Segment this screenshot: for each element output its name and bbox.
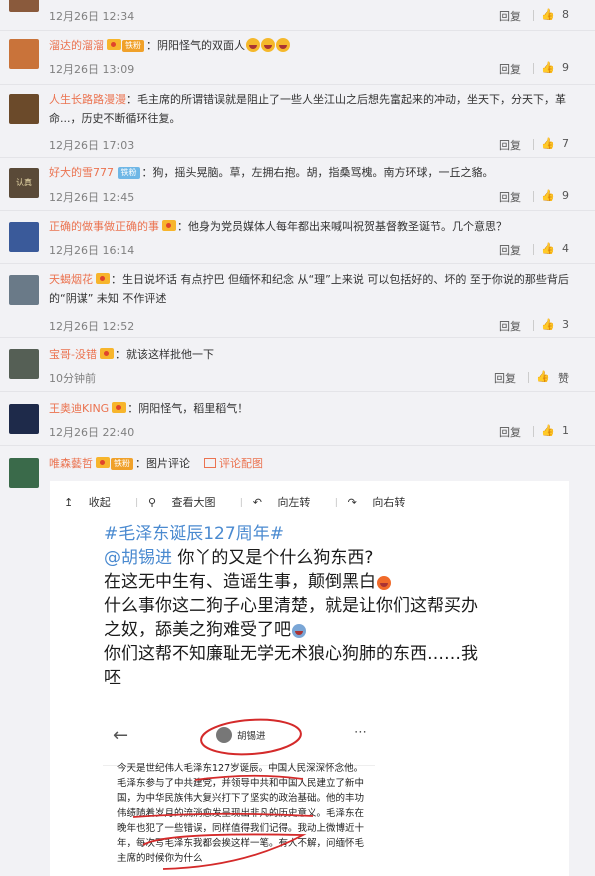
- comment-time: 12月26日 13:09: [49, 63, 135, 76]
- like-count[interactable]: 9: [562, 61, 569, 74]
- comment-username[interactable]: 好大的雪777: [49, 166, 114, 179]
- thumb-up-icon[interactable]: 👍: [541, 62, 555, 74]
- comment-time: 12月26日 16:14: [49, 244, 135, 257]
- thumb-up-icon[interactable]: 👍: [541, 243, 555, 255]
- shocked-emoji-icon: [292, 624, 306, 638]
- embedded-screenshot: ← 胡锡进 ⋯ 今天是世纪伟人毛泽东127岁诞辰。中国人民深深怀念他。毛泽东参与…: [103, 717, 375, 876]
- thumb-up-icon[interactable]: 👍: [541, 9, 555, 21]
- hashtag: #毛泽东诞辰127周年#: [104, 524, 284, 544]
- comment-item: 天蝎烟花 ：生日说坏话 有点拧巴 但缅怀和纪念 从“理”上来说 可以包括好的、坏的…: [0, 264, 595, 338]
- image-post-text: #毛泽东诞辰127周年# @胡锡进 你丫的又是个什么狗东西? 在这无中生有、造谣…: [104, 522, 514, 690]
- comment-text: ：阴阳怪气，稻里稻气！: [127, 402, 249, 415]
- thumb-up-icon[interactable]: 👍: [536, 371, 550, 383]
- comment-item: 12月26日 12:34 回复 👍 8: [0, 0, 595, 31]
- comment-time: 12月26日 22:40: [49, 426, 135, 439]
- reply-button[interactable]: 回复: [499, 424, 521, 440]
- comment-username[interactable]: 唯森藝哲: [49, 457, 93, 470]
- comment-item: 认真 好大的雪777 铁粉 ：狗，摇头晃脑。草，左拥右抱。胡，指桑骂槐。南方环球，…: [0, 158, 595, 211]
- comment-image-link[interactable]: 评论配图: [219, 457, 263, 470]
- vip-icon: [112, 402, 127, 413]
- thumb-up-icon[interactable]: 👍: [541, 190, 555, 202]
- avatar[interactable]: [9, 275, 39, 305]
- avatar[interactable]: [9, 222, 39, 252]
- thumb-up-icon[interactable]: 👍: [541, 138, 555, 150]
- comment-time: 12月26日 17:03: [49, 139, 135, 152]
- comment-item: 正确的做事做正确的事 ：他身为党员媒体人每年都出来喊叫祝贺基督教圣诞节。几个意思？…: [0, 211, 595, 264]
- comment-text: ：生日说坏话 有点拧巴 但缅怀和纪念 从“理”上来说 可以包括好的、坏的 至于你…: [49, 273, 569, 305]
- reply-button[interactable]: 回复: [499, 318, 521, 334]
- comment-time: 10分钟前: [49, 372, 96, 385]
- reply-button[interactable]: 回复: [499, 137, 521, 153]
- vip-icon: [162, 220, 176, 231]
- like-count[interactable]: 7: [562, 137, 569, 150]
- comment-username[interactable]: 宝哥-没错: [49, 348, 97, 361]
- like-count[interactable]: 赞: [558, 370, 569, 386]
- avatar-label: 认真: [16, 178, 32, 187]
- comment-text: ：就该这样批他一下: [114, 348, 214, 361]
- laugh-emoji-icon: [246, 38, 260, 52]
- image-icon: [203, 458, 216, 468]
- comment-text: ：阴阳怪气的双面人: [146, 39, 245, 52]
- like-count[interactable]: 4: [562, 242, 569, 255]
- comment-item: 溜达的溜溜 铁粉 ：阴阳怪气的双面人 12月26日 13:09 回复 👍 9: [0, 31, 595, 85]
- red-annotation-marks: [132, 718, 314, 870]
- avatar[interactable]: [9, 349, 39, 379]
- comment-text: ：他身为党员媒体人每年都出来喊叫祝贺基督教圣诞节。几个意思？: [177, 220, 507, 233]
- comment-username[interactable]: 王奥迪KING: [49, 402, 109, 415]
- comment-username[interactable]: 天蝎烟花: [49, 273, 93, 286]
- angry-emoji-icon: [377, 576, 391, 590]
- fan-badge: 铁粉: [122, 40, 144, 52]
- avatar[interactable]: [9, 0, 39, 12]
- laugh-emoji-icon: [276, 38, 290, 52]
- comment-text: ：毛主席的所谓错误就是阻止了一些人坐江山之后想先富起来的冲动，坐天下，分天下，革…: [49, 93, 566, 125]
- thumb-up-icon[interactable]: 👍: [541, 425, 555, 437]
- comment-username[interactable]: 溜达的溜溜: [49, 39, 104, 52]
- comment-item: 宝哥-没错 ：就该这样批他一下 10分钟前 回复 👍 赞: [0, 338, 595, 392]
- comment-text: ：狗，摇头晃脑。草，左拥右抱。胡，指桑骂槐。南方环球，一丘之貉。: [141, 166, 494, 179]
- mention: @胡锡进: [104, 548, 172, 568]
- reply-button[interactable]: 回复: [499, 242, 521, 258]
- reply-button[interactable]: 回复: [499, 8, 521, 24]
- fan-badge: 铁粉: [111, 458, 133, 470]
- comment-time: 12月26日 12:52: [49, 320, 135, 333]
- like-count[interactable]: 1: [562, 424, 569, 437]
- vip-icon: [96, 273, 110, 284]
- comment-item: 王奥迪KING ：阴阳怪气，稻里稻气！ 12月26日 22:40 回复 👍 1: [0, 392, 595, 446]
- vip-icon: [96, 457, 110, 468]
- vip-icon: [107, 39, 121, 50]
- fan-badge: 铁粉: [117, 167, 140, 179]
- comment-username[interactable]: 人生长路路漫漫: [49, 93, 126, 106]
- avatar[interactable]: [9, 404, 39, 434]
- avatar[interactable]: [9, 39, 39, 69]
- vip-icon: [99, 348, 114, 359]
- comment-text: ：图片评论: [135, 457, 190, 470]
- thumb-up-icon[interactable]: 👍: [541, 319, 555, 331]
- like-count[interactable]: 9: [562, 189, 569, 202]
- comment-time: 12月26日 12:34: [49, 10, 135, 23]
- comment-time: 12月26日 12:45: [49, 191, 135, 204]
- like-count[interactable]: 3: [562, 318, 569, 331]
- comment-username[interactable]: 正确的做事做正确的事: [49, 220, 159, 233]
- reply-button[interactable]: 回复: [499, 61, 521, 77]
- comment-item: 人生长路路漫漫：毛主席的所谓错误就是阻止了一些人坐江山之后想先富起来的冲动，坐天…: [0, 85, 595, 158]
- comment-image[interactable]: #毛泽东诞辰127周年# @胡锡进 你丫的又是个什么狗东西? 在这无中生有、造谣…: [50, 507, 569, 876]
- laugh-emoji-icon: [261, 38, 275, 52]
- reply-button[interactable]: 回复: [494, 370, 516, 386]
- avatar[interactable]: 认真: [9, 168, 39, 198]
- avatar[interactable]: [9, 458, 39, 488]
- avatar[interactable]: [9, 94, 39, 124]
- reply-button[interactable]: 回复: [499, 189, 521, 205]
- like-count[interactable]: 8: [562, 8, 569, 21]
